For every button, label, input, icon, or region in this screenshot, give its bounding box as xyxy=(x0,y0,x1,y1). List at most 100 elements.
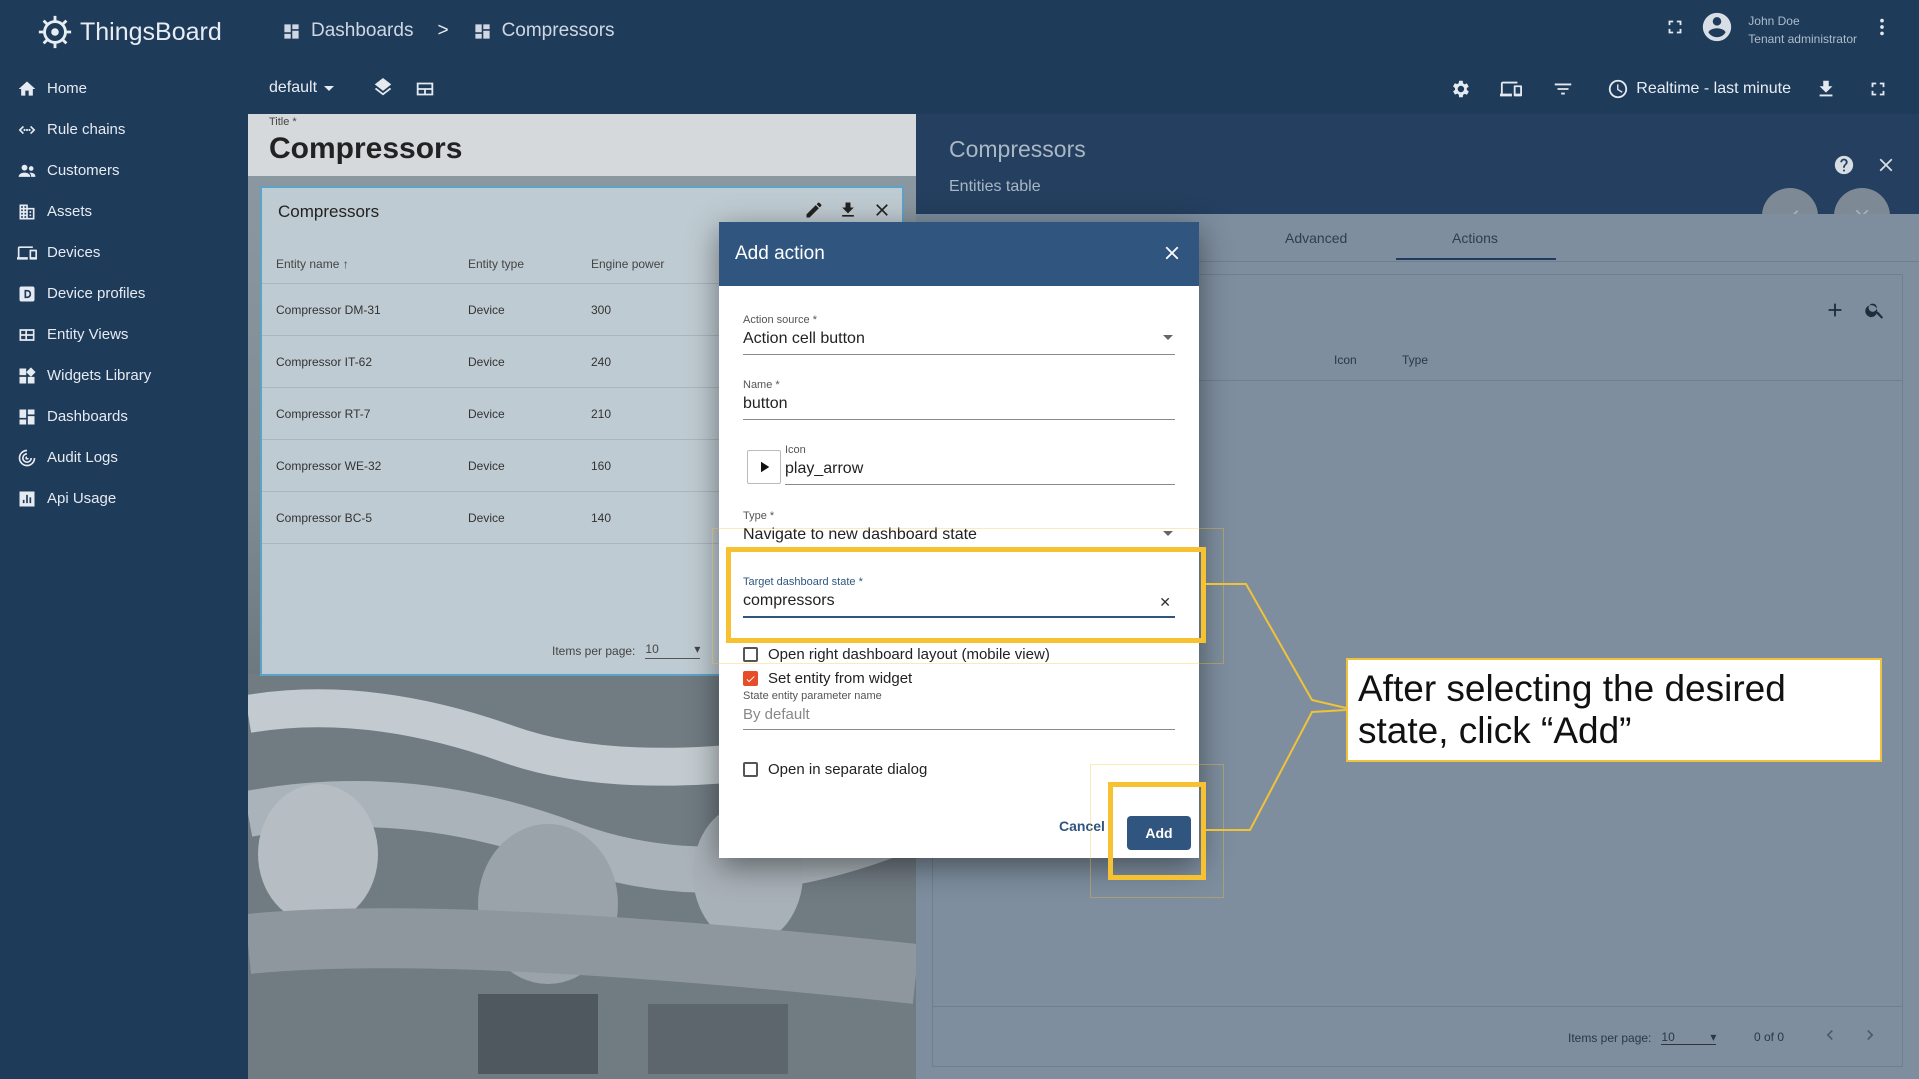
column-engine-power[interactable]: Engine power xyxy=(591,257,711,271)
add-icon[interactable] xyxy=(1824,299,1846,326)
fullscreen-icon[interactable] xyxy=(1664,16,1686,43)
items-per-page-select[interactable]: 10 ▾ xyxy=(1661,1030,1717,1045)
sidebar-item-label: Entity Views xyxy=(47,326,129,343)
icon-field[interactable]: Icon play_arrow xyxy=(785,444,1175,485)
active-tab-indicator xyxy=(1396,258,1556,260)
devices-icon xyxy=(16,242,38,264)
devices-layout-icon[interactable] xyxy=(1500,78,1522,105)
sidebar-item-customers[interactable]: Customers xyxy=(0,150,248,191)
icon-picker-button[interactable] xyxy=(747,450,781,484)
sidebar-item-assets[interactable]: Assets xyxy=(0,191,248,232)
dashboards-icon xyxy=(284,23,299,39)
thingsboard-logo[interactable]: ThingsBoard xyxy=(36,12,222,52)
state-select[interactable]: default xyxy=(269,79,335,97)
state-entity-param-field[interactable]: State entity parameter name By default xyxy=(743,690,1175,730)
sidebar-nav: Home Rule chains Customers Assets Device… xyxy=(0,68,248,519)
checkbox-label: Set entity from widget xyxy=(768,670,913,687)
field-label: Icon xyxy=(785,444,806,456)
cell-entity-type: Device xyxy=(468,406,505,421)
sidebar-item-audit-logs[interactable]: Audit Logs xyxy=(0,437,248,478)
dashboard-toolbar: default Realtime - last minute xyxy=(248,64,1919,114)
breadcrumb: Dashboards > Compressors xyxy=(282,20,615,42)
tab-actions[interactable]: Actions xyxy=(1452,230,1498,246)
sidebar-item-label: Device profiles xyxy=(47,285,146,302)
play-arrow-icon xyxy=(761,461,770,473)
breadcrumb-dashboards[interactable]: Dashboards xyxy=(311,20,413,42)
cell-entity-type: Device xyxy=(468,510,505,525)
field-value: play_arrow xyxy=(785,460,864,477)
column-icon: Icon xyxy=(1334,353,1357,367)
editor-subtitle: Entities table xyxy=(949,178,1041,195)
chevron-right-icon[interactable] xyxy=(1860,1025,1880,1048)
sidebar-item-home[interactable]: Home xyxy=(0,68,248,109)
name-field[interactable]: Name * button xyxy=(743,379,1175,420)
close-icon[interactable] xyxy=(1875,154,1897,181)
highlight-add-button xyxy=(1108,782,1206,880)
avatar[interactable] xyxy=(1700,10,1734,49)
timewindow-label: Realtime - last minute xyxy=(1636,80,1791,97)
sidebar-item-label: Dashboards xyxy=(47,408,128,425)
checkbox-label: Open in separate dialog xyxy=(768,761,928,778)
cell-entity-type: Device xyxy=(468,354,505,369)
sidebar-item-label: Rule chains xyxy=(47,121,126,138)
sidebar-item-dashboards[interactable]: Dashboards xyxy=(0,396,248,437)
cell-engine-power: 210 xyxy=(591,406,612,421)
home-icon xyxy=(16,78,38,100)
actions-pagination: Items per page: 10 ▾ 0 of 0 xyxy=(933,1006,1902,1066)
breadcrumb-compressors: Compressors xyxy=(501,20,615,41)
column-entity-type[interactable]: Entity type xyxy=(468,257,591,271)
chevron-left-icon[interactable] xyxy=(1820,1025,1840,1048)
field-label: Action source * xyxy=(743,314,817,326)
sidebar-item-label: Api Usage xyxy=(47,490,117,507)
layers-icon[interactable] xyxy=(372,78,394,105)
sidebar-item-devices[interactable]: Devices xyxy=(0,232,248,273)
set-entity-checkbox[interactable]: Set entity from widget xyxy=(743,670,912,687)
items-per-page-select[interactable]: 10 ▾ xyxy=(645,642,701,659)
search-icon[interactable] xyxy=(1864,299,1886,326)
field-placeholder: By default xyxy=(743,706,810,723)
sidebar-item-label: Assets xyxy=(47,203,93,220)
download-icon[interactable] xyxy=(1815,78,1837,105)
page-count: 0 of 0 xyxy=(1754,1030,1785,1044)
cell-entity-name: Compressor WE-32 xyxy=(276,458,382,473)
assets-icon xyxy=(16,201,38,223)
user-info[interactable]: John Doe Tenant administrator xyxy=(1748,12,1857,48)
rule-chains-icon xyxy=(16,119,38,141)
arrow-drop-down-icon xyxy=(324,85,335,91)
column-entity-name[interactable]: Entity name ↑ xyxy=(276,257,468,271)
filter-icon[interactable] xyxy=(1552,78,1574,105)
sidebar-item-api-usage[interactable]: Api Usage xyxy=(0,478,248,519)
dashboard-title-bar: Title * Compressors xyxy=(248,114,916,176)
timewindow-button[interactable]: Realtime - last minute xyxy=(1607,78,1791,100)
cell-entity-name: Compressor DM-31 xyxy=(276,302,381,317)
tab-advanced[interactable]: Advanced xyxy=(1285,230,1347,246)
cell-engine-power: 140 xyxy=(591,510,612,525)
sidebar-item-device-profiles[interactable]: Device profiles xyxy=(0,273,248,314)
sidebar-item-rule-chains[interactable]: Rule chains xyxy=(0,109,248,150)
sidebar-item-label: Customers xyxy=(47,162,120,179)
sidebar-item-label: Home xyxy=(47,80,88,97)
more-vert-icon[interactable] xyxy=(1871,16,1893,43)
help-icon[interactable] xyxy=(1833,154,1855,181)
cell-entity-name: Compressor RT-7 xyxy=(276,406,371,421)
entity-views-icon xyxy=(16,324,38,346)
open-separate-dialog-checkbox[interactable]: Open in separate dialog xyxy=(743,761,927,778)
user-name: John Doe xyxy=(1748,13,1800,28)
callout-box: After selecting the desired state, click… xyxy=(1346,658,1882,762)
close-icon[interactable] xyxy=(1161,242,1183,270)
app-name: ThingsBoard xyxy=(80,17,222,46)
sidebar-item-widgets-library[interactable]: Widgets Library xyxy=(0,355,248,396)
layout-icon[interactable] xyxy=(414,78,436,105)
sidebar-item-label: Devices xyxy=(47,244,101,261)
cell-entity-type: Device xyxy=(468,302,505,317)
fullscreen-icon[interactable] xyxy=(1867,78,1889,105)
dashboard-title[interactable]: Compressors xyxy=(269,132,462,166)
audit-logs-icon xyxy=(16,447,38,469)
check-icon xyxy=(746,675,755,682)
settings-icon[interactable] xyxy=(1449,78,1471,105)
sidebar-item-entity-views[interactable]: Entity Views xyxy=(0,314,248,355)
cell-entity-type: Device xyxy=(468,458,505,473)
cell-entity-name: Compressor BC-5 xyxy=(276,510,373,525)
widget-title: Compressors xyxy=(278,202,380,221)
action-source-select[interactable]: Action source * Action cell button xyxy=(743,314,1175,355)
